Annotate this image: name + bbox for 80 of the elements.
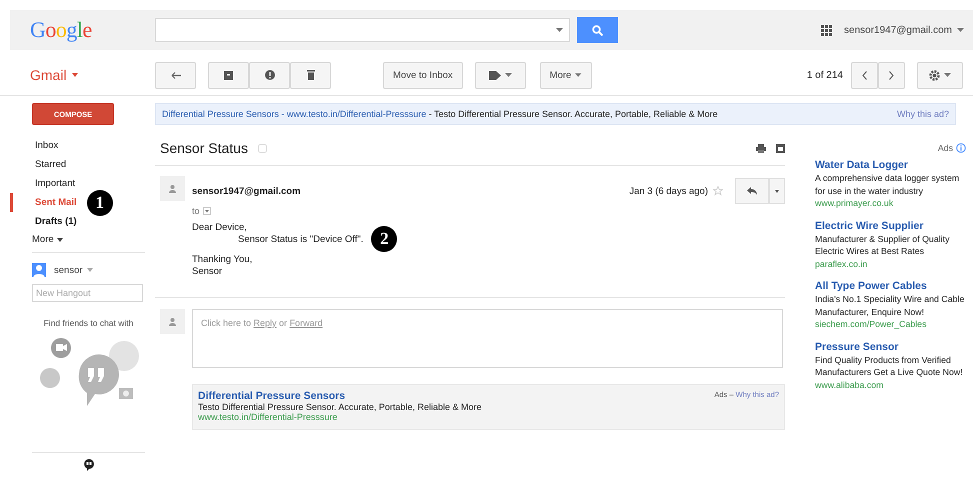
info-icon[interactable] — [956, 143, 966, 153]
ad-title: Differential Pressure Sensors — [198, 390, 346, 402]
logo: Google — [29, 17, 93, 43]
caret-icon — [504, 73, 512, 77]
callout-marker: 2 — [371, 226, 398, 252]
message-text: Thanking You, — [192, 254, 252, 264]
callout-marker: 1 — [86, 190, 113, 216]
ad-title[interactable]: Pressure Sensor — [815, 340, 966, 354]
delete-button[interactable] — [290, 62, 331, 88]
ad-text: Find Quality Products from Verified Manufacturers Get a Live Quote Now! — [815, 354, 964, 378]
person-icon — [169, 318, 176, 326]
labels-button[interactable] — [474, 62, 526, 88]
reply-arrow-icon — [747, 187, 757, 195]
search-icon — [592, 24, 603, 36]
hangouts-icon[interactable] — [84, 459, 94, 471]
ad-title[interactable]: Electric Wire Supplier — [815, 220, 966, 232]
dropdown-caret-icon — [556, 28, 563, 32]
more-button[interactable]: More — [540, 62, 592, 88]
chevron-left-icon — [862, 70, 867, 80]
dropdown-caret-icon — [202, 207, 211, 215]
message-text: Sensor Status is "Device Off". — [238, 234, 364, 244]
more-folders-button[interactable]: More — [32, 231, 63, 248]
settings-icon — [929, 70, 940, 80]
ad-text: Manufacturer & Supplier of Quality Electric Wires at Best Rates — [815, 232, 950, 258]
why-this-ad-link[interactable]: Why this ad? — [896, 109, 949, 119]
caret-icon — [56, 238, 63, 242]
ad-url: www.primayer.co.uk — [815, 197, 894, 210]
folder-item[interactable]: Sent Mail 1 — [10, 193, 145, 212]
back-arrow-icon — [170, 72, 180, 78]
user-avatar-icon — [32, 263, 46, 277]
ad-text: Testo Differential Pressure Sensor. Accurate, Portable, Reliable & More — [198, 402, 482, 412]
sponsored-ad-text: Differential Pressure Sensors - www.testo.in/Differential-Presssure - Testo Differential Pressure Sensor. Accurate, Portable, Reliable & More — [162, 109, 719, 119]
reply-prompt: Click here to Reply or Forward — [201, 318, 323, 328]
sender-email: sensor1947@gmail.com — [192, 186, 301, 196]
star-icon[interactable] — [713, 186, 723, 196]
settings-button[interactable] — [917, 62, 963, 88]
move-to-inbox-button[interactable]: Move to Inbox — [383, 62, 463, 88]
caret-icon — [944, 73, 951, 77]
email-subject: Sensor Status — [160, 140, 248, 156]
ads-label: Ads — [938, 143, 953, 153]
apps-grid-icon[interactable] — [821, 24, 832, 36]
caret-icon — [957, 28, 964, 32]
ad-title[interactable]: All Type Power Cables — [815, 280, 966, 293]
ad-url: paraflex.co.in — [815, 258, 868, 270]
ad-text: A comprehensive data logger system for use in the water industry — [815, 172, 960, 197]
caret-icon — [72, 73, 78, 77]
search-button[interactable] — [577, 17, 618, 43]
trash-icon — [306, 70, 314, 80]
report-spam-button[interactable] — [249, 62, 290, 88]
app-switcher[interactable]: Gmail — [30, 67, 155, 83]
archive-box-icon — [224, 70, 233, 80]
tag-icon — [488, 70, 501, 80]
hangouts-user-menu[interactable]: sensor — [54, 264, 93, 276]
ad-url: siechem.com/Power_Cables — [815, 318, 928, 330]
caret-icon — [575, 73, 582, 77]
ad-link[interactable]: Differential Pressure Sensors - www.testo.in/Differential-Presssure — [162, 109, 426, 119]
ad-title[interactable]: Water Data Logger — [815, 159, 966, 172]
folder-item[interactable]: Starred — [10, 155, 145, 174]
archive-button[interactable] — [208, 62, 249, 88]
account-menu[interactable]: sensor1947@gmail.com — [844, 24, 964, 36]
caret-icon — [86, 268, 93, 272]
reply-button[interactable] — [735, 178, 769, 204]
print-icon[interactable] — [756, 144, 766, 152]
message-date: Jan 3 (6 days ago) — [629, 186, 708, 196]
page-counter: 1 of 214 — [806, 70, 843, 80]
exclamation-icon — [264, 70, 274, 80]
ad-text: India's No.1 Speciality Wire and Cable Manufacturer, Enquire Now! — [815, 293, 966, 318]
new-hangout-field[interactable]: New Hangout — [32, 284, 143, 302]
message-text: Dear Device, — [192, 222, 247, 232]
recipients-toggle[interactable]: to — [192, 206, 211, 216]
ad-url: www.alibaba.com — [815, 378, 884, 391]
ad-url: www.testo.in/Differential-Presssure — [198, 412, 338, 422]
hangouts-prompt: Find friends to chat with — [42, 318, 134, 328]
search-field[interactable] — [155, 18, 570, 42]
folder-item[interactable]: Inbox — [10, 136, 145, 155]
new-window-icon[interactable] — [776, 144, 785, 152]
person-icon — [169, 184, 176, 192]
caret-icon — [775, 190, 779, 192]
message-text: Sensor — [192, 266, 222, 276]
chevron-right-icon — [889, 70, 894, 80]
